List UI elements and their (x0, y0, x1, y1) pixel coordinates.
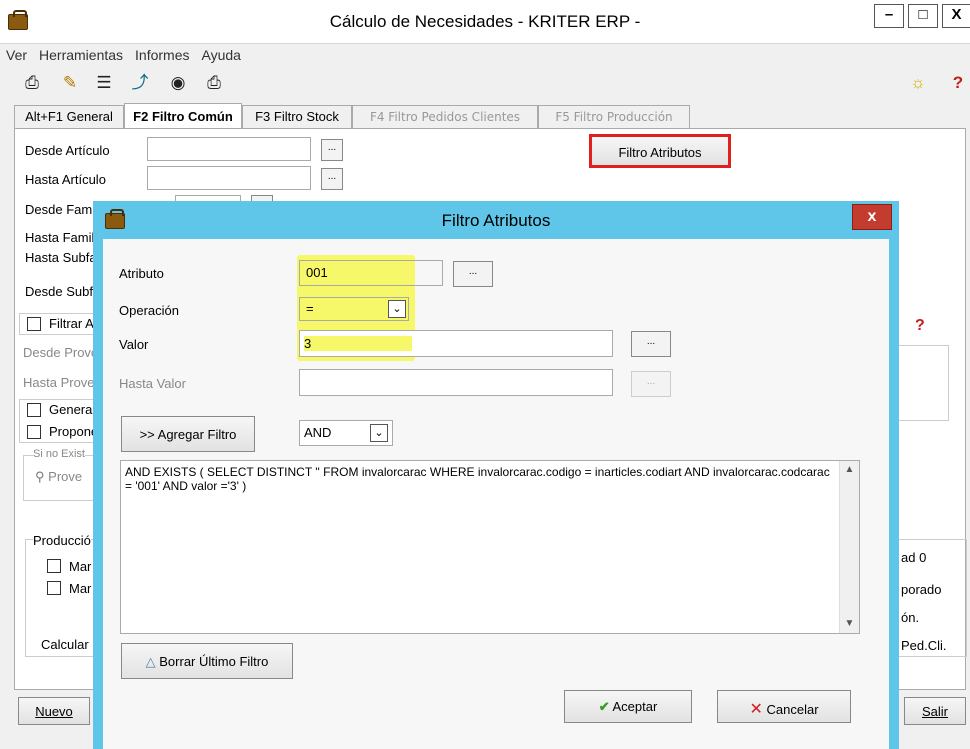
title-bar: Cálculo de Necesidades - KRITER ERP - – … (0, 0, 970, 44)
valor-value: 3 (304, 336, 412, 351)
valor-input[interactable]: 3 (299, 330, 613, 357)
tab-filtro-comun[interactable]: F2 Filtro Común (124, 103, 242, 129)
print-preview-icon[interactable]: ⎙ (204, 74, 224, 92)
toolbar: ⎙ ✎ ☰ ⤴ ◉ ⎙ ☼ ? (0, 66, 970, 98)
hasta-articulo-browse-button[interactable]: ... (321, 168, 343, 190)
aceptar-button[interactable]: ✔ Aceptar (564, 690, 692, 723)
dialog-close-button[interactable]: x (852, 204, 892, 230)
desde-articulo-input[interactable] (147, 137, 311, 161)
eraser-icon: △ (145, 654, 156, 669)
menu-bar: Ver Herramientas Informes Ayuda (0, 44, 970, 66)
valor-browse-button[interactable]: ... (631, 331, 671, 357)
window-title: Cálculo de Necesidades - KRITER ERP - (329, 12, 641, 31)
atributo-label: Atributo (119, 266, 164, 281)
pencil-icon[interactable]: ✎ (60, 74, 80, 92)
chevron-down-icon: ⌄ (370, 424, 388, 442)
produccion-label: Producció (33, 533, 91, 548)
desde-proveedor-label: Desde Prove (23, 345, 99, 360)
menu-ver[interactable]: Ver (0, 44, 33, 63)
key-icon: ⚲ (35, 469, 45, 484)
si-no-existe-label: Si no Exist (33, 448, 85, 460)
atributo-input[interactable]: 001 (299, 260, 443, 286)
tab-filtro-stock[interactable]: F3 Filtro Stock (242, 105, 352, 129)
dialog-body: Atributo 001 ... Operación = ⌄ Valor 3 .… (103, 239, 889, 749)
filtro-atributos-dialog: Filtro Atributos x Atributo 001 ... Oper… (93, 201, 899, 749)
close-button[interactable]: X (942, 4, 970, 28)
hasta-valor-browse-button: ... (631, 371, 671, 397)
operacion-select[interactable]: = ⌄ (299, 297, 409, 321)
print-icon[interactable]: ⎙ (22, 74, 42, 92)
right-label-2: porado (901, 582, 942, 597)
menu-informes[interactable]: Informes (129, 44, 195, 63)
eye-icon[interactable]: ◉ (168, 74, 188, 92)
scroll-down-icon[interactable]: ▼ (840, 617, 859, 631)
help-icon[interactable]: ? (948, 74, 968, 92)
right-label-1: ad 0 (901, 550, 927, 565)
calcular-label: Calcular (41, 637, 89, 652)
minimize-button[interactable]: – (874, 4, 904, 28)
logic-value: AND (304, 425, 332, 440)
query-textarea[interactable]: AND EXISTS ( SELECT DISTINCT '' FROM inv… (120, 460, 860, 634)
list-icon[interactable]: ☰ (94, 74, 114, 92)
cancelar-button[interactable]: ✕ Cancelar (717, 690, 851, 723)
right-label-3: ón. (901, 610, 920, 625)
salir-button[interactable]: Salir (904, 697, 966, 725)
valor-label: Valor (119, 337, 149, 352)
marcar1-checkbox[interactable] (47, 559, 61, 573)
operacion-value: = (306, 301, 314, 316)
marcar1-label: Mar (69, 559, 92, 574)
checkmark-icon: ✔ (598, 699, 610, 714)
right-label-4: Ped.Cli. (901, 638, 947, 653)
proveedor-button[interactable]: ⚲ Prove (35, 469, 82, 485)
filtrar-label: Filtrar A (49, 316, 94, 331)
chevron-down-icon: ⌄ (388, 300, 406, 318)
hasta-valor-input (299, 369, 613, 396)
atributo-browse-button[interactable]: ... (453, 261, 493, 287)
marcar2-checkbox[interactable] (47, 581, 61, 595)
filtro-atributos-button[interactable]: Filtro Atributos (589, 134, 731, 168)
hasta-valor-label: Hasta Valor (119, 376, 186, 391)
operacion-label: Operación (119, 303, 179, 318)
import-icon[interactable]: ⤴ (130, 74, 150, 92)
close-icon: ✕ (749, 701, 763, 718)
borrar-ultimo-filtro-button[interactable]: △ Borrar Último Filtro (121, 643, 293, 679)
scroll-up-icon[interactable]: ▲ (840, 463, 859, 477)
hasta-articulo-input[interactable] (147, 166, 311, 190)
agregar-filtro-button[interactable]: >> Agregar Filtro (121, 416, 255, 452)
hasta-proveedor-label: Hasta Prove (23, 375, 95, 390)
menu-herramientas[interactable]: Herramientas (33, 44, 129, 63)
proponer-label: Propone (49, 424, 99, 439)
tab-general[interactable]: Alt+F1 General (14, 105, 124, 129)
right-group-1 (895, 345, 949, 421)
logic-select[interactable]: AND ⌄ (299, 420, 393, 446)
tab-filtro-produccion: F5 Filtro Producción (538, 105, 690, 129)
desde-subfamilia-label: Desde Subf (25, 284, 93, 299)
help-icon-2[interactable]: ? (915, 317, 925, 335)
desde-familia-label: Desde Famil (25, 202, 98, 217)
nuevo-button[interactable]: Nuevo (18, 697, 90, 725)
tab-filtro-pedidos-clientes: F4 Filtro Pedidos Clientes (352, 105, 538, 129)
dialog-title: Filtro Atributos (441, 211, 551, 230)
query-scrollbar[interactable]: ▲ ▼ (839, 461, 859, 633)
hasta-articulo-label: Hasta Artículo (25, 172, 106, 187)
marcar2-label: Mar (69, 581, 92, 596)
maximize-button[interactable]: □ (908, 4, 938, 28)
menu-ayuda[interactable]: Ayuda (196, 44, 247, 63)
generar-label: Generar (49, 402, 97, 417)
lightbulb-icon[interactable]: ☼ (908, 74, 928, 92)
generar-checkbox[interactable] (27, 403, 41, 417)
filtrar-checkbox[interactable] (27, 317, 41, 331)
hasta-subfamilia-label: Hasta Subfa (25, 250, 97, 265)
desde-articulo-browse-button[interactable]: ... (321, 139, 343, 161)
query-text: AND EXISTS ( SELECT DISTINCT '' FROM inv… (125, 465, 830, 493)
hasta-familia-label: Hasta Famil (25, 230, 95, 245)
desde-articulo-label: Desde Artículo (25, 143, 110, 158)
proponer-checkbox[interactable] (27, 425, 41, 439)
